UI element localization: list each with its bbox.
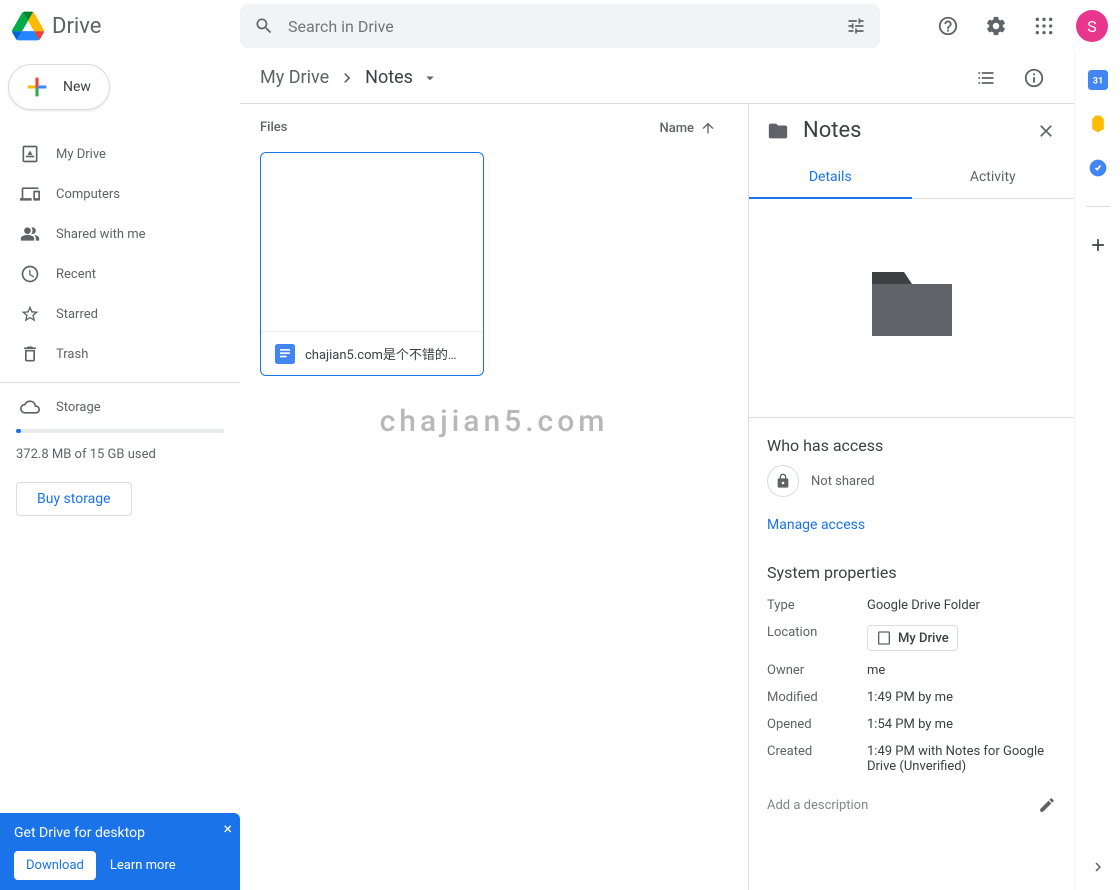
lock-icon — [767, 465, 799, 497]
location-chip[interactable]: My Drive — [867, 625, 958, 651]
calendar-icon[interactable]: 31 — [1088, 70, 1108, 90]
drive-logo-icon — [12, 10, 44, 42]
header-actions: S — [928, 6, 1112, 46]
details-title: Notes — [803, 118, 1022, 143]
dropdown-icon[interactable] — [421, 69, 439, 87]
nav-recent[interactable]: Recent — [0, 254, 240, 294]
nav-list: My Drive Computers Shared with me Recent… — [0, 134, 240, 374]
details-panel: Notes Details Activity Who has access No… — [748, 104, 1074, 890]
logo-area[interactable]: Drive — [12, 10, 240, 42]
snackbar: × Get Drive for desktop Download Learn m… — [0, 813, 240, 890]
search-options-icon[interactable] — [846, 16, 866, 36]
plus-icon — [23, 73, 51, 101]
storage-text: 372.8 MB of 15 GB used — [16, 447, 224, 462]
nav-shared[interactable]: Shared with me — [0, 214, 240, 254]
apps-icon[interactable] — [1024, 6, 1064, 46]
computers-icon — [20, 184, 40, 204]
nav-computers[interactable]: Computers — [0, 174, 240, 214]
recent-icon — [20, 264, 40, 284]
trash-icon — [20, 344, 40, 364]
nav-storage[interactable]: Storage — [16, 391, 224, 423]
breadcrumb-root[interactable]: My Drive — [260, 67, 329, 88]
sidepanel: 31 — [1074, 52, 1120, 890]
toolbar: My Drive Notes — [240, 52, 1074, 104]
snackbar-title: Get Drive for desktop — [14, 825, 226, 841]
search-input[interactable] — [288, 17, 832, 36]
settings-icon[interactable] — [976, 6, 1016, 46]
drive-small-icon — [876, 630, 892, 646]
manage-access-link[interactable]: Manage access — [749, 509, 1074, 549]
file-thumbnail — [261, 153, 483, 331]
nav-my-drive[interactable]: My Drive — [0, 134, 240, 174]
storage-bar — [16, 429, 224, 433]
file-card[interactable]: chajian5.com是个不错的… — [260, 152, 484, 376]
folder-large-icon — [862, 264, 962, 344]
cloud-icon — [20, 397, 40, 417]
list-view-icon[interactable] — [966, 58, 1006, 98]
buy-storage-button[interactable]: Buy storage — [16, 482, 132, 516]
info-icon[interactable] — [1014, 58, 1054, 98]
watermark: chajian5.com — [380, 404, 609, 439]
nav-starred[interactable]: Starred — [0, 294, 240, 334]
sys-heading: System properties — [749, 549, 1074, 592]
close-icon[interactable] — [1036, 121, 1056, 141]
main: My Drive Notes Files Name chajian5.com是个… — [240, 52, 1074, 890]
drive-icon — [20, 144, 40, 164]
snackbar-close-icon[interactable]: × — [223, 819, 232, 838]
col-name[interactable]: Name — [659, 120, 728, 136]
chevron-right-icon — [337, 68, 357, 88]
file-name: chajian5.com是个不错的… — [305, 344, 457, 363]
sidebar: New My Drive Computers Shared with me Re… — [0, 52, 240, 890]
app-name: Drive — [52, 14, 101, 39]
arrow-up-icon — [700, 120, 716, 136]
add-addon-icon[interactable] — [1088, 235, 1108, 255]
description-placeholder: Add a description — [767, 798, 868, 813]
star-icon — [20, 304, 40, 324]
search-bar[interactable] — [240, 4, 880, 48]
folder-preview — [749, 199, 1074, 409]
folder-icon — [767, 120, 789, 142]
doc-icon — [275, 344, 295, 364]
learn-more-link[interactable]: Learn more — [110, 858, 176, 873]
collapse-panel-icon[interactable] — [1089, 858, 1107, 876]
keep-icon[interactable] — [1088, 114, 1108, 134]
tab-activity[interactable]: Activity — [912, 157, 1075, 198]
access-heading: Who has access — [749, 422, 1074, 465]
avatar[interactable]: S — [1076, 10, 1108, 42]
svg-text:31: 31 — [1092, 76, 1103, 86]
help-icon[interactable] — [928, 6, 968, 46]
tab-details[interactable]: Details — [749, 157, 912, 199]
download-button[interactable]: Download — [14, 851, 96, 880]
nav-divider — [0, 382, 240, 383]
tasks-icon[interactable] — [1088, 158, 1108, 178]
shared-icon — [20, 224, 40, 244]
breadcrumb-current[interactable]: Notes — [365, 67, 413, 88]
header: Drive S — [0, 0, 1120, 52]
new-label: New — [63, 79, 91, 95]
storage-section: Storage 372.8 MB of 15 GB used Buy stora… — [0, 391, 240, 516]
nav-trash[interactable]: Trash — [0, 334, 240, 374]
search-icon — [254, 16, 274, 36]
new-button[interactable]: New — [8, 64, 110, 110]
access-text: Not shared — [811, 474, 875, 489]
edit-icon[interactable] — [1038, 796, 1056, 814]
col-files: Files — [260, 120, 287, 136]
file-area: Files Name chajian5.com是个不错的… chajian5.c… — [240, 104, 748, 890]
